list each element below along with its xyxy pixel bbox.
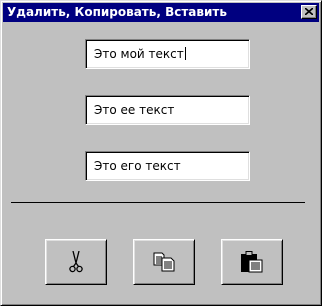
text-field-1-value: Это мой текст (94, 47, 186, 61)
paste-button[interactable] (221, 239, 283, 285)
close-button[interactable] (301, 5, 317, 19)
window-title: Удалить, Копировать, Вставить (7, 5, 227, 19)
text-field-2-value: Это ее текст (94, 103, 175, 117)
text-field-3-value: Это его текст (94, 159, 181, 173)
separator-line (11, 202, 305, 203)
close-icon (305, 8, 313, 15)
dialog-window: Удалить, Копировать, Вставить Это мой те… (0, 0, 322, 306)
text-field-3[interactable]: Это его текст (85, 151, 250, 181)
title-bar[interactable]: Удалить, Копировать, Вставить (3, 3, 319, 22)
copy-icon (153, 252, 175, 272)
scissors-icon (69, 251, 83, 273)
clipboard-paste-icon (241, 251, 263, 273)
copy-button[interactable] (133, 239, 195, 285)
text-caret (184, 47, 186, 60)
text-field-2[interactable]: Это ее текст (85, 95, 250, 125)
cut-button[interactable] (45, 239, 107, 285)
text-field-1[interactable]: Это мой текст (85, 39, 250, 69)
